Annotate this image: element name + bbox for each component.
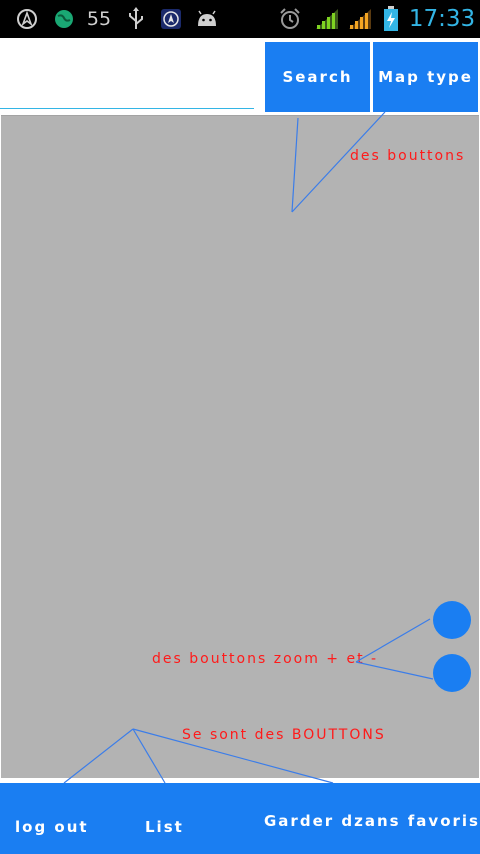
clock: 17:33 bbox=[408, 6, 476, 32]
search-input[interactable] bbox=[0, 38, 254, 109]
map-view[interactable] bbox=[1, 115, 479, 778]
status-bar: 55 17:33 bbox=[0, 0, 480, 38]
annotation-bottom-buttons: Se sont des BOUTTONS bbox=[182, 727, 386, 743]
android-icon bbox=[194, 0, 220, 38]
globe-icon bbox=[51, 0, 77, 38]
alarm-icon bbox=[277, 0, 303, 38]
zoom-out-button[interactable] bbox=[433, 654, 471, 692]
navigation-arrow-icon bbox=[14, 0, 40, 38]
battery-charging-icon bbox=[380, 0, 402, 38]
signal-icon-2 bbox=[346, 0, 374, 38]
notification-count: 55 bbox=[86, 8, 112, 30]
logout-button[interactable]: log out bbox=[15, 818, 89, 836]
list-button[interactable]: List bbox=[145, 818, 184, 836]
navigation-app-icon bbox=[158, 0, 184, 38]
map-type-button[interactable]: Map type bbox=[373, 42, 478, 112]
annotation-zoom-buttons: des bouttons zoom + et - bbox=[152, 651, 379, 667]
search-button[interactable]: Search bbox=[265, 42, 370, 112]
annotation-top-buttons: des bouttons bbox=[350, 148, 466, 164]
signal-icon bbox=[313, 0, 341, 38]
usb-icon bbox=[123, 0, 149, 38]
zoom-in-button[interactable] bbox=[433, 601, 471, 639]
favorites-button[interactable]: Garder dzans favoris bbox=[264, 812, 480, 830]
